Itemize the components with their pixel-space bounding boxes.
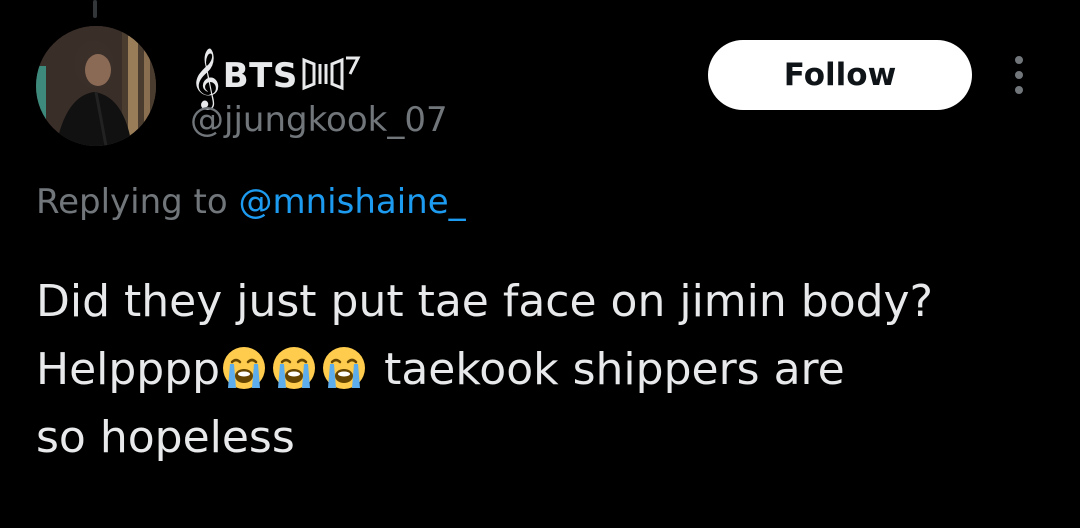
tweet-line-1: Did they just put tae face on jimin body…: [36, 276, 933, 327]
author-display-name[interactable]: BTS: [223, 56, 298, 96]
avatar[interactable]: [36, 26, 156, 146]
tweet-text: Did they just put tae face on jimin body…: [36, 268, 1056, 472]
profile-photo-icon: [36, 26, 156, 146]
author-handle[interactable]: @jjungkook_07: [190, 100, 448, 140]
loudly-crying-face-icon: [273, 347, 316, 389]
loudly-crying-face-icon: [223, 347, 266, 389]
follow-button[interactable]: Follow: [708, 40, 972, 110]
replying-to-line: Replying to @mnishaine_: [36, 182, 466, 222]
more-vertical-icon[interactable]: [1006, 52, 1034, 98]
loudly-crying-face-icon: [323, 347, 366, 389]
tweet-line-2: Helpppp taekook shippers are: [36, 336, 1056, 404]
tweet-timestamp-partial: [36, 488, 47, 528]
emoji-group: [220, 344, 370, 395]
replying-to-label: Replying to: [36, 182, 239, 222]
author-name-row[interactable]: 𝄞 BTS: [190, 46, 362, 106]
bts-emblem-7-icon: [302, 54, 362, 98]
treble-clef-icon: 𝄞: [190, 48, 221, 108]
tweet-line-2-start: Helpppp: [36, 344, 221, 395]
tweet-line-3: so hopeless: [36, 412, 295, 463]
thread-connector-line: [93, 0, 97, 18]
reply-mention-link[interactable]: @mnishaine_: [239, 182, 466, 222]
tweet-line-2-end: taekook shippers are: [370, 344, 845, 395]
